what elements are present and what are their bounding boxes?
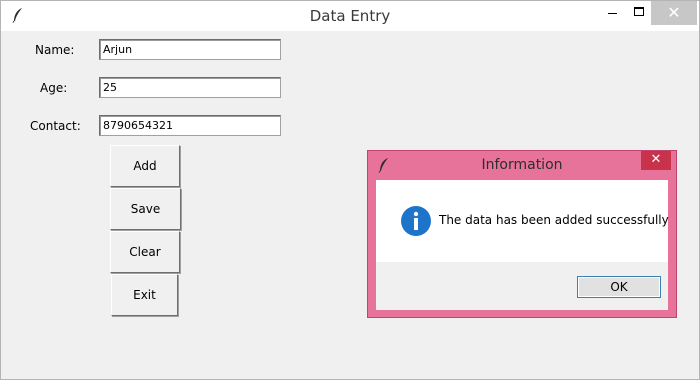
title-bar[interactable]: Data Entry ✕ — [1, 1, 699, 31]
info-icon — [401, 206, 431, 236]
dialog-message: The data has been added successfully — [439, 213, 669, 227]
clear-button[interactable]: Clear — [110, 231, 180, 273]
name-label: Name: — [35, 43, 75, 57]
name-field[interactable] — [99, 39, 281, 60]
ok-button[interactable]: OK — [577, 276, 661, 298]
close-icon: ✕ — [650, 152, 662, 167]
age-field[interactable] — [99, 77, 281, 98]
contact-field[interactable] — [99, 115, 281, 136]
dialog-title-bar[interactable]: Information ✕ — [368, 151, 676, 180]
dialog-title: Information — [481, 157, 563, 173]
save-button[interactable]: Save — [110, 188, 181, 230]
close-icon: ✕ — [667, 3, 681, 22]
add-button[interactable]: Add — [110, 145, 180, 187]
information-dialog: Information ✕ The data has been added su… — [367, 150, 677, 318]
contact-label: Contact: — [30, 119, 81, 133]
exit-button[interactable]: Exit — [111, 274, 178, 316]
dialog-footer: OK — [376, 262, 668, 310]
age-label: Age: — [40, 81, 68, 95]
dialog-body: The data has been added successfully OK — [376, 180, 669, 310]
close-button[interactable]: ✕ — [651, 1, 697, 25]
dialog-close-button[interactable]: ✕ — [641, 151, 671, 170]
